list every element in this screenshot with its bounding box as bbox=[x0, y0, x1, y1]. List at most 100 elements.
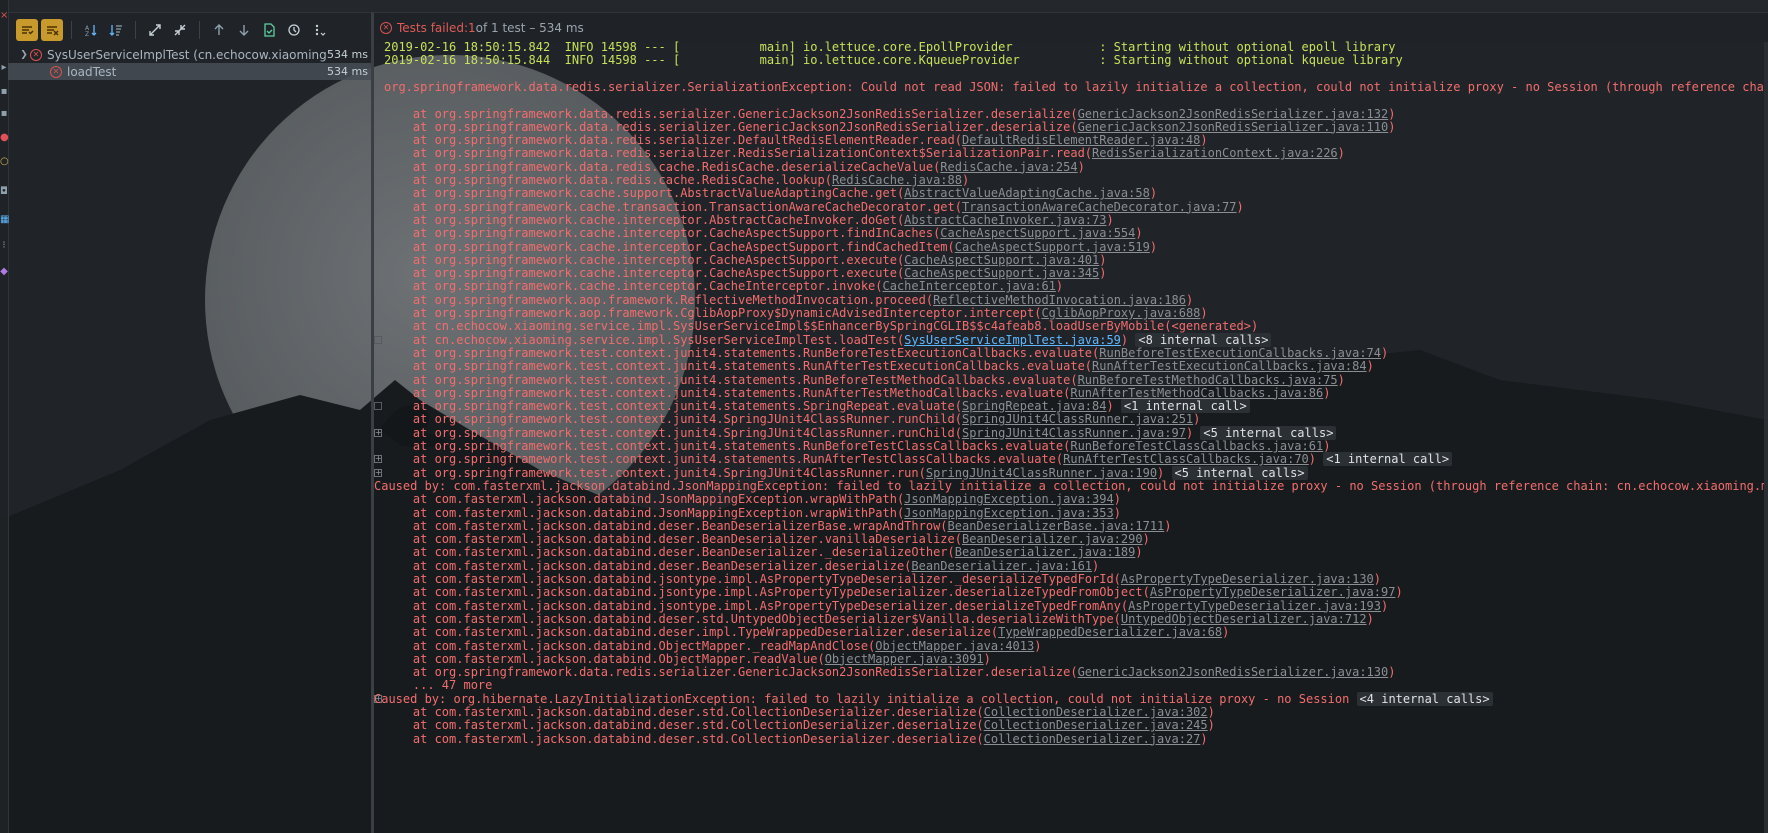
stack-frame-text: at org.springframework.test.context.juni… bbox=[384, 465, 926, 480]
source-link[interactable]: RunAfterTestMethodCallbacks.java:86 bbox=[1070, 386, 1323, 400]
source-link[interactable]: CacheAspectSupport.java:519 bbox=[955, 240, 1150, 254]
source-link[interactable]: AbstractCacheInvoker.java:73 bbox=[904, 213, 1106, 227]
stack-frame-suffix: ) bbox=[1308, 452, 1324, 467]
mute-breakpoint-icon[interactable]: ○ bbox=[0, 156, 9, 168]
console-output[interactable]: 2019-02-16 18:50:15.842 INFO 14598 --- [… bbox=[374, 40, 1768, 833]
source-link[interactable]: JsonMappingException.java:353 bbox=[904, 506, 1114, 520]
source-link[interactable]: DefaultRedisElementReader.java:48 bbox=[962, 133, 1200, 147]
rerun-icon[interactable]: ▸ bbox=[0, 62, 8, 74]
stack-frame-suffix: ) bbox=[1200, 306, 1208, 320]
stack-frame-suffix: ) bbox=[1388, 106, 1396, 121]
stack-frame-suffix: ) bbox=[1207, 705, 1215, 719]
expand-all-icon[interactable] bbox=[144, 19, 166, 41]
test-history-icon[interactable] bbox=[283, 19, 305, 41]
source-link[interactable]: BeanDeserializer.java:161 bbox=[911, 559, 1092, 573]
source-link[interactable]: AsPropertyTypeDeserializer.java:130 bbox=[1121, 572, 1374, 586]
source-link[interactable]: GenericJackson2JsonRedisSerializer.java:… bbox=[1078, 107, 1389, 121]
source-link[interactable]: SpringJUnit4ClassRunner.java:251 bbox=[962, 412, 1193, 426]
show-passed-icon[interactable] bbox=[16, 19, 38, 41]
source-link[interactable]: BeanDeserializer.java:290 bbox=[962, 532, 1143, 546]
stack-frame-text: at com.fasterxml.jackson.databind.jsonty… bbox=[384, 585, 1150, 600]
source-link[interactable]: SpringJUnit4ClassRunner.java:97 bbox=[962, 426, 1186, 440]
stack-frame-suffix: ) bbox=[1142, 532, 1150, 547]
source-link[interactable]: CglibAopProxy.java:688 bbox=[1041, 306, 1200, 320]
source-link[interactable]: RedisSerializationContext.java:226 bbox=[1092, 146, 1338, 160]
tree-node-test-method[interactable]: ✕ loadTest 534 ms bbox=[8, 63, 372, 80]
log-text: 2019-02-16 18:50:15.842 INFO 14598 --- [… bbox=[384, 40, 1396, 54]
source-link[interactable]: TransactionAwareCacheDecorator.java:77 bbox=[962, 200, 1237, 214]
stack-frame-text: at org.springframework.data.redis.serial… bbox=[384, 665, 1078, 680]
settings-icon[interactable]: ⁝ bbox=[0, 240, 8, 252]
stack-frame-suffix: ) bbox=[1323, 439, 1331, 453]
stack-frame-text: at org.springframework.test.context.juni… bbox=[384, 372, 1078, 387]
source-link[interactable]: CacheAspectSupport.java:345 bbox=[904, 266, 1099, 280]
breakpoint-icon[interactable]: ● bbox=[0, 132, 9, 144]
stack-frame-suffix: ) bbox=[1222, 625, 1230, 640]
export-results-icon[interactable] bbox=[258, 19, 280, 41]
toolbar-separator bbox=[199, 21, 200, 39]
source-link[interactable]: ObjectMapper.java:3091 bbox=[825, 652, 984, 666]
source-link[interactable]: RunAfterTestExecutionCallbacks.java:84 bbox=[1092, 359, 1367, 373]
sort-alphabetically-icon[interactable]: AZ bbox=[80, 19, 102, 41]
source-link[interactable]: RedisCache.java:254 bbox=[940, 160, 1077, 174]
source-link[interactable]: RunBeforeTestMethodCallbacks.java:75 bbox=[1078, 373, 1338, 387]
stack-frame-text: at org.springframework.cache.interceptor… bbox=[384, 279, 883, 294]
sort-by-duration-icon[interactable] bbox=[105, 19, 127, 41]
source-link[interactable]: AbstractValueAdaptingCache.java:58 bbox=[904, 186, 1150, 200]
source-link[interactable]: SpringJUnit4ClassRunner.java:190 bbox=[926, 466, 1157, 480]
source-link[interactable]: CacheAspectSupport.java:401 bbox=[904, 253, 1099, 267]
source-link[interactable]: AsPropertyTypeDeserializer.java:97 bbox=[1150, 585, 1396, 599]
source-link[interactable]: GenericJackson2JsonRedisSerializer.java:… bbox=[1078, 120, 1389, 134]
next-failed-icon[interactable] bbox=[233, 19, 255, 41]
show-ignored-icon[interactable] bbox=[41, 19, 63, 41]
fold-toggle-icon[interactable]: + bbox=[374, 468, 382, 477]
source-link[interactable]: BeanDeserializer.java:189 bbox=[955, 545, 1136, 559]
chevron-down-icon[interactable]: ❯ bbox=[18, 50, 30, 60]
stack-frame-suffix: ) bbox=[1323, 385, 1331, 400]
fold-toggle-icon[interactable]: + bbox=[374, 455, 382, 464]
source-link[interactable]: JsonMappingException.java:394 bbox=[904, 492, 1114, 506]
previous-failed-icon[interactable] bbox=[208, 19, 230, 41]
more-options-icon[interactable] bbox=[308, 19, 330, 41]
source-link[interactable]: CacheInterceptor.java:61 bbox=[883, 279, 1056, 293]
pin-icon[interactable]: ◆ bbox=[0, 266, 8, 278]
source-link[interactable]: BeanDeserializerBase.java:1711 bbox=[948, 519, 1165, 533]
stack-frame-text: at com.fasterxml.jackson.databind.deser.… bbox=[384, 518, 948, 533]
fold-toggle-icon[interactable]: + bbox=[374, 428, 382, 437]
source-link[interactable]: CollectionDeserializer.java:302 bbox=[984, 705, 1208, 719]
source-link[interactable]: CacheAspectSupport.java:554 bbox=[940, 226, 1135, 240]
source-link[interactable]: ReflectiveMethodInvocation.java:186 bbox=[933, 293, 1186, 307]
internal-calls-badge: <5 internal calls> bbox=[1200, 425, 1337, 440]
stop-icon[interactable]: ▪ bbox=[0, 108, 8, 120]
close-icon[interactable]: × bbox=[0, 10, 8, 22]
source-link[interactable]: TypeWrappedDeserializer.java:68 bbox=[998, 625, 1222, 639]
status-failed-count: 1 bbox=[468, 21, 476, 35]
source-link[interactable]: CollectionDeserializer.java:27 bbox=[984, 732, 1201, 746]
stack-frame-text: at org.springframework.cache.interceptor… bbox=[384, 226, 941, 241]
stack-frame-suffix: ) bbox=[1388, 119, 1396, 134]
camera-icon[interactable]: ◘ bbox=[0, 186, 8, 198]
collapse-all-icon[interactable] bbox=[169, 19, 191, 41]
source-link[interactable]: GenericJackson2JsonRedisSerializer.java:… bbox=[1078, 665, 1389, 679]
stack-frame-text: at org.springframework.data.redis.serial… bbox=[384, 119, 1078, 134]
source-link[interactable]: ObjectMapper.java:4013 bbox=[875, 639, 1034, 653]
stack-frame-text: at com.fasterxml.jackson.databind.jsonty… bbox=[384, 598, 1129, 613]
stack-frame-suffix: ) bbox=[1185, 292, 1194, 307]
fold-toggle-icon[interactable] bbox=[374, 335, 382, 344]
source-link[interactable]: RunBeforeTestClassCallbacks.java:61 bbox=[1070, 439, 1323, 453]
console-scrollbar[interactable] bbox=[1764, 42, 1768, 833]
stack-frame-text: at org.springframework.test.context.juni… bbox=[384, 412, 962, 427]
pause-icon[interactable]: ▪ bbox=[0, 86, 8, 98]
stack-frame-suffix: ) bbox=[1113, 505, 1121, 520]
source-link[interactable]: UntypedObjectDeserializer.java:712 bbox=[1121, 612, 1367, 626]
fold-toggle-icon[interactable] bbox=[374, 402, 382, 411]
layout-icon[interactable]: ▦ bbox=[0, 214, 9, 226]
source-link[interactable]: SysUserServiceImplTest.java:59 bbox=[904, 333, 1121, 347]
source-link[interactable]: RedisCache.java:88 bbox=[832, 173, 962, 187]
source-link[interactable]: SpringRepeat.java:84 bbox=[962, 399, 1107, 413]
tree-node-test-class[interactable]: ❯ ✕ SysUserServiceImplTest (cn.echocow.x… bbox=[8, 46, 372, 63]
source-link[interactable]: RunBeforeTestExecutionCallbacks.java:74 bbox=[1099, 346, 1381, 360]
source-link[interactable]: AsPropertyTypeDeserializer.java:193 bbox=[1128, 599, 1381, 613]
source-link[interactable]: CollectionDeserializer.java:245 bbox=[984, 718, 1208, 732]
source-link[interactable]: RunAfterTestClassCallbacks.java:70 bbox=[1063, 452, 1309, 466]
